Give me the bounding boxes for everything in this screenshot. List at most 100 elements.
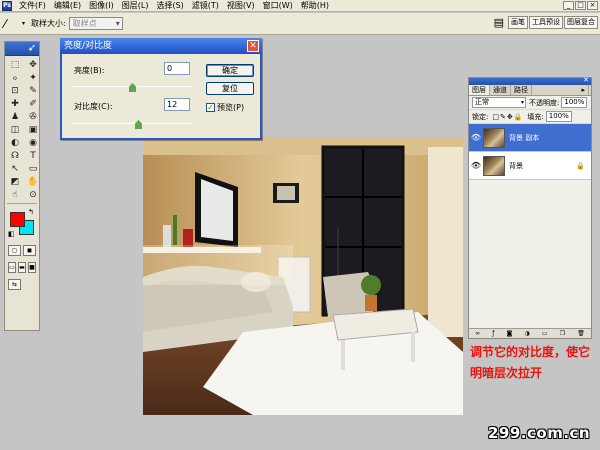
swap-colors-icon[interactable]: ↰: [28, 208, 34, 216]
brightness-slider-thumb[interactable]: [129, 83, 136, 92]
mask-icon[interactable]: ◙: [507, 330, 513, 337]
reset-button[interactable]: 复位: [206, 82, 254, 95]
folder-icon[interactable]: ▭: [542, 330, 548, 337]
layer-name: 背景: [509, 161, 523, 170]
check-icon[interactable]: ✓: [206, 103, 215, 112]
chevron-down-icon[interactable]: ▾: [22, 20, 25, 27]
lock-icons[interactable]: □✎✥🔒: [492, 113, 523, 121]
close-icon[interactable]: ✕: [247, 40, 259, 52]
tab-channels[interactable]: 通道: [490, 85, 511, 95]
menu-bar: Ps 文件(F) 编辑(E) 图像(I) 图层(L) 选择(S) 滤镜(T) 视…: [0, 0, 600, 12]
panel-menu-icon[interactable]: ▸: [578, 85, 589, 95]
opacity-input[interactable]: 100%: [561, 97, 588, 108]
panel-title-bar[interactable]: ✕: [469, 76, 591, 85]
tool-button[interactable]: ☊: [7, 150, 23, 162]
tool-button[interactable]: ⊡: [7, 85, 23, 97]
tool-button[interactable]: ✎: [25, 85, 41, 97]
jump-to-imageready-icon[interactable]: ⇆: [8, 279, 21, 290]
feather-icon: ➶: [27, 43, 36, 54]
tool-button[interactable]: ◫: [7, 124, 23, 136]
tab-paths[interactable]: 路径: [511, 85, 532, 95]
menu-window[interactable]: 窗口(W): [259, 0, 297, 12]
well-tab-brushes[interactable]: 画笔: [508, 16, 528, 29]
blend-mode-select[interactable]: 正常: [472, 97, 526, 108]
adjustment-icon[interactable]: ◑: [525, 330, 530, 337]
layers-panel: ✕ 图层 通道 路径 ▸ 正常 不透明度: 100% 锁定: □✎✥🔒 填充: …: [468, 76, 592, 339]
tool-button[interactable]: ⊙: [25, 189, 41, 201]
tool-button[interactable]: ♟: [7, 111, 23, 123]
menu-help[interactable]: 帮助(H): [297, 0, 333, 12]
sample-size-label: 取样大小:: [31, 19, 66, 28]
tool-grid: ⬚ ✥ ℴ ✦ ⊡ ✎ ✚ ✐ ♟ ✇ ◫ ▣ ◐ ◉ ☊ T ↖ ▭ ◩ ✋ ☝ ⊙: [5, 56, 39, 201]
tool-button[interactable]: ✦: [25, 72, 41, 84]
lock-label: 锁定:: [472, 112, 489, 121]
layer-row[interactable]: 👁 背景 🔒: [469, 152, 591, 180]
menu-view[interactable]: 视图(V): [223, 0, 259, 12]
tool-button[interactable]: ◐: [7, 137, 23, 149]
eyedropper-icon[interactable]: ⁄: [4, 17, 22, 31]
document-canvas[interactable]: [143, 137, 463, 415]
close-button[interactable]: ×: [587, 1, 598, 10]
contrast-input[interactable]: 12: [164, 98, 190, 111]
tool-button[interactable]: ↖: [7, 163, 23, 175]
menu-select[interactable]: 选择(S): [152, 0, 187, 12]
options-bar: ⁄ ▾ 取样大小: 取样点 ▤ 画笔 工具预设 图层复合: [0, 13, 600, 35]
well-tab-tool-presets[interactable]: 工具预设: [529, 16, 563, 29]
dialog-title-bar[interactable]: 亮度/对比度 ✕: [60, 38, 262, 54]
app-icon: Ps: [2, 0, 12, 11]
menu-file[interactable]: 文件(F): [15, 0, 50, 12]
full-screen-icon[interactable]: ■: [28, 262, 36, 273]
well-tab-layer-comps[interactable]: 图层复合: [564, 16, 598, 29]
minimize-button[interactable]: _: [563, 1, 574, 10]
brightness-label: 亮度(B):: [74, 66, 105, 75]
sample-size-select[interactable]: 取样点: [68, 17, 123, 30]
ok-button[interactable]: 确定: [206, 64, 254, 77]
brightness-input[interactable]: 0: [164, 62, 190, 75]
eye-icon[interactable]: 👁: [469, 133, 483, 142]
full-screen-menu-icon[interactable]: ▬: [18, 262, 26, 273]
new-layer-icon[interactable]: ❐: [560, 330, 565, 337]
tool-button[interactable]: ▭: [25, 163, 41, 175]
menu-edit[interactable]: 编辑(E): [50, 0, 85, 12]
menu-filter[interactable]: 滤镜(T): [188, 0, 223, 12]
tab-layers[interactable]: 图层: [469, 85, 490, 95]
menu-image[interactable]: 图像(I): [85, 0, 118, 12]
tool-button[interactable]: ✐: [25, 98, 41, 110]
foreground-color[interactable]: [10, 212, 25, 227]
trash-icon[interactable]: 🗑: [577, 330, 585, 337]
tool-button[interactable]: ☝: [7, 189, 23, 201]
tool-button[interactable]: T: [25, 150, 41, 162]
screen-modes: ▭ ▬ ■: [5, 259, 39, 276]
panel-footer: ∞ ƒ ◙ ◑ ▭ ❐ 🗑: [469, 328, 591, 338]
default-colors-icon[interactable]: ◧: [8, 230, 15, 238]
menu-layer[interactable]: 图层(L): [118, 0, 153, 12]
tool-button[interactable]: ◉: [25, 137, 41, 149]
tool-button[interactable]: ⬚: [7, 59, 23, 71]
tool-button[interactable]: ▣: [25, 124, 41, 136]
maximize-button[interactable]: □: [575, 1, 586, 10]
file-browser-icon[interactable]: ▤: [494, 16, 504, 29]
tool-button[interactable]: ✚: [7, 98, 23, 110]
room-photo: [143, 137, 463, 415]
fill-input[interactable]: 100%: [545, 111, 572, 122]
tool-button[interactable]: ✥: [25, 59, 41, 71]
layer-row[interactable]: 👁 背景 副本: [469, 124, 591, 152]
standard-screen-icon[interactable]: ▭: [8, 262, 16, 273]
tool-button[interactable]: ℴ: [7, 72, 23, 84]
contrast-slider-track[interactable]: [72, 123, 192, 124]
eye-icon[interactable]: 👁: [469, 161, 483, 170]
layer-thumbnail: [483, 155, 505, 176]
link-icon[interactable]: ∞: [475, 330, 480, 337]
annotation-line: 明暗层次拉开: [470, 366, 543, 380]
quick-mask-icon[interactable]: ◼: [23, 245, 36, 256]
preview-checkbox[interactable]: ✓ 预览(P): [206, 102, 244, 113]
tool-button[interactable]: ✇: [25, 111, 41, 123]
contrast-slider-thumb[interactable]: [135, 120, 142, 129]
dialog-title: 亮度/对比度: [64, 41, 113, 51]
jump-to: ⇆: [5, 276, 39, 293]
tool-button[interactable]: ✋: [25, 176, 41, 188]
tool-button[interactable]: ◩: [7, 176, 23, 188]
layer-style-icon[interactable]: ƒ: [492, 330, 494, 337]
standard-mode-icon[interactable]: ◻: [8, 245, 21, 256]
close-icon[interactable]: ✕: [583, 76, 589, 84]
